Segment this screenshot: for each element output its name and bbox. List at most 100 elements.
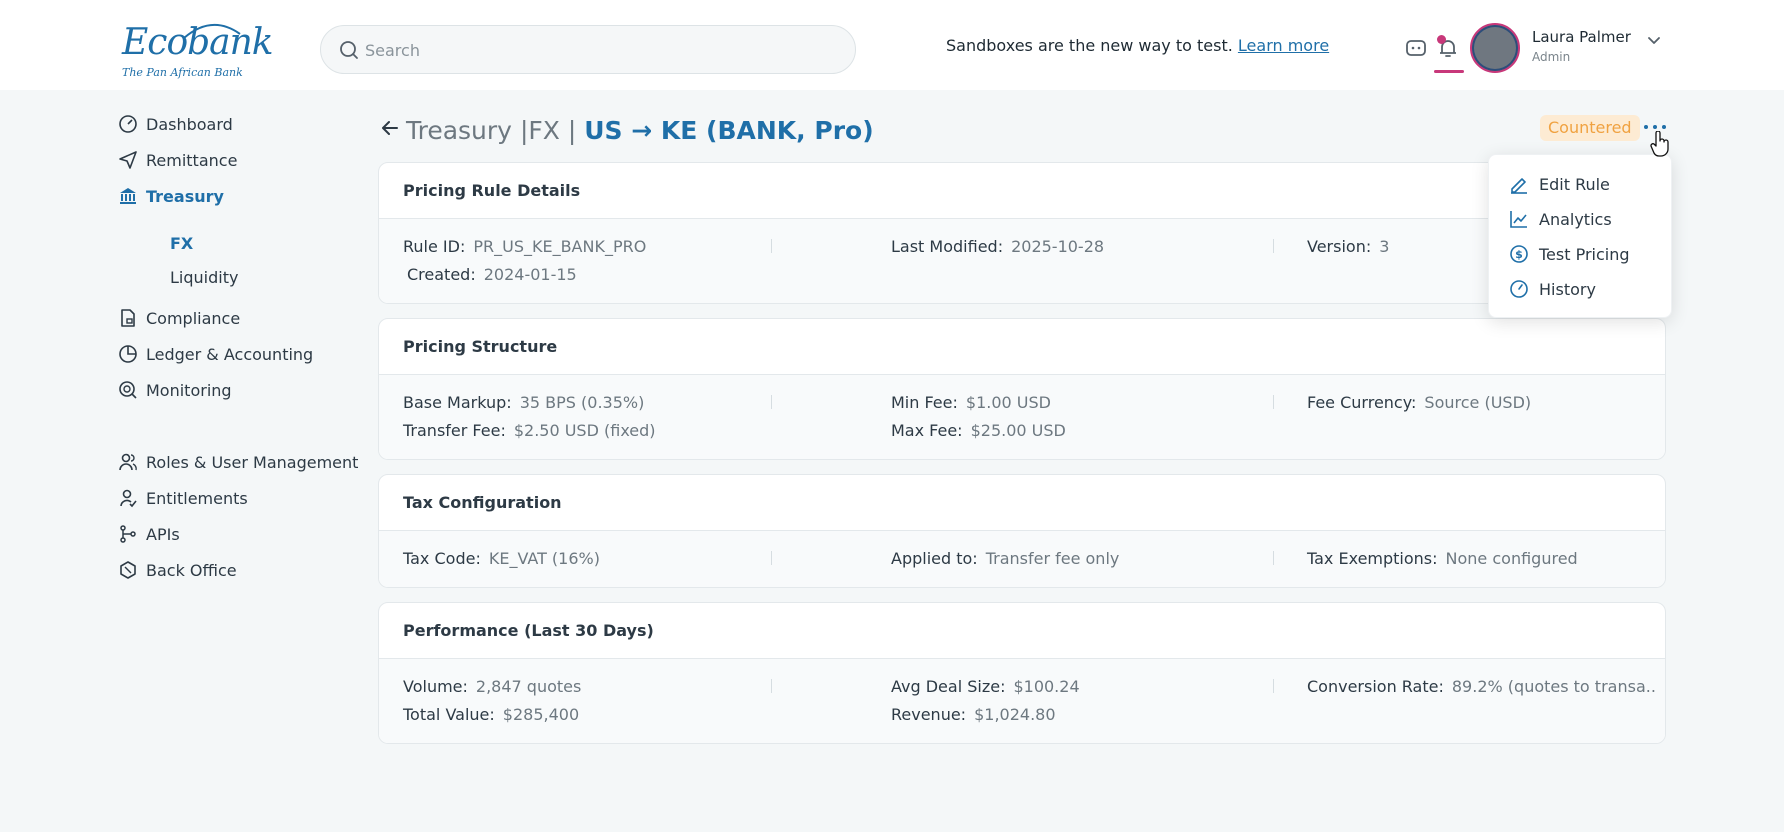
tax-code-field: Tax Code: KE_VAT (16%): [403, 549, 600, 568]
field-value: Transfer fee only: [985, 549, 1120, 568]
user-check-icon: [120, 489, 137, 508]
field-label: Fee Currency:: [1307, 393, 1417, 412]
sidebar-item-dashboard[interactable]: Dashboard: [118, 110, 233, 138]
volume-field: Volume: 2,847 quotes: [403, 677, 581, 696]
revenue-field: Revenue: $1,024.80: [891, 705, 1056, 724]
search-input[interactable]: [365, 36, 835, 64]
base-markup-field: Base Markup: 35 BPS (0.35%): [403, 393, 644, 412]
column-divider: [1273, 239, 1274, 253]
field-value: PR_US_KE_BANK_PRO: [473, 237, 647, 256]
sidebar-item-ledger[interactable]: Ledger & Accounting: [118, 340, 313, 368]
send-icon: [119, 151, 137, 169]
conversion-rate-field: Conversion Rate: 89.2% (quotes to transa.…: [1307, 677, 1657, 696]
fee-currency-field: Fee Currency: Source (USD): [1307, 393, 1531, 412]
avg-deal-size-field: Avg Deal Size: $100.24: [891, 677, 1080, 696]
notification-dot: [1437, 35, 1446, 44]
version-field: Version: 3: [1307, 237, 1389, 256]
menu-item-label: Analytics: [1539, 209, 1612, 229]
menu-item-label: Test Pricing: [1539, 244, 1630, 264]
sidebar-item-label: Monitoring: [146, 380, 232, 400]
field-value: $25.00 USD: [970, 421, 1066, 440]
field-value: 2024-01-15: [483, 265, 577, 284]
ecobank-logo[interactable]: Ecobank The Pan African Bank: [122, 20, 274, 82]
bank-icon: [120, 188, 136, 204]
card-title: Performance (Last 30 Days): [379, 603, 1665, 659]
menu-item-analytics[interactable]: Analytics: [1509, 206, 1612, 232]
column-divider: [771, 239, 772, 253]
sidebar-item-roles[interactable]: Roles & User Management: [118, 448, 358, 476]
card-body: Base Markup: 35 BPS (0.35%) Transfer Fee:…: [379, 375, 1665, 459]
sidebar-item-label: Back Office: [146, 560, 237, 580]
sidebar-subitem-fx[interactable]: FX: [170, 234, 193, 253]
column-divider: [1273, 679, 1274, 693]
breadcrumb-divider: |: [567, 116, 577, 145]
more-dot: [1653, 125, 1657, 129]
sidebar-item-entitlements[interactable]: Entitlements: [118, 484, 248, 512]
monitor-search-icon: [119, 381, 137, 399]
column-divider: [771, 551, 772, 565]
column-divider: [1273, 551, 1274, 565]
users-icon: [119, 453, 137, 471]
column-divider: [771, 395, 772, 409]
sidebar-item-label: Roles & User Management: [146, 452, 359, 472]
field-value: $1,024.80: [974, 705, 1056, 724]
learn-more-link[interactable]: Learn more: [1238, 36, 1329, 55]
sidebar-item-label: Entitlements: [146, 488, 248, 508]
clock-icon: [1510, 280, 1528, 298]
pencil-icon: [1511, 178, 1527, 194]
logo-tagline: The Pan African Bank: [122, 66, 243, 79]
search-box[interactable]: [320, 25, 856, 74]
field-value: $100.24: [1013, 677, 1080, 696]
field-label: Rule ID:: [403, 237, 466, 256]
pricing-structure-card: Pricing Structure Base Markup: 35 BPS (0.…: [378, 318, 1666, 460]
applied-to-field: Applied to: Transfer fee only: [891, 549, 1119, 568]
sidebar-item-monitoring[interactable]: Monitoring: [118, 376, 232, 404]
chat-bot-icon[interactable]: [1404, 36, 1428, 60]
field-value: $2.50 USD (fixed): [513, 421, 656, 440]
page-title: Treasury |FX | US → KE (BANK, Pro): [406, 116, 874, 145]
rule-title: US → KE (BANK, Pro): [584, 116, 874, 145]
breadcrumb-treasury[interactable]: Treasury: [406, 116, 512, 145]
sidebar-item-remittance[interactable]: Remittance: [118, 146, 237, 174]
avatar[interactable]: [1470, 23, 1520, 73]
menu-item-test-pricing[interactable]: $ Test Pricing: [1509, 241, 1630, 267]
sidebar-item-label: Remittance: [146, 150, 238, 170]
menu-item-edit-rule[interactable]: Edit Rule: [1509, 171, 1610, 197]
field-label: Applied to:: [891, 549, 978, 568]
sidebar-item-treasury[interactable]: Treasury: [118, 182, 224, 210]
menu-item-history[interactable]: History: [1509, 276, 1596, 302]
field-label: Version:: [1307, 237, 1372, 256]
min-fee-field: Min Fee: $1.00 USD: [891, 393, 1051, 412]
sidebar-item-apis[interactable]: APIs: [118, 520, 180, 548]
sidebar-item-label: Dashboard: [146, 114, 233, 134]
sidebar-item-label: Ledger & Accounting: [146, 344, 314, 364]
card-body: Volume: 2,847 quotes Total Value: $285,400…: [379, 659, 1665, 743]
field-value: $1.00 USD: [965, 393, 1051, 412]
sidebar-item-back-office[interactable]: Back Office: [118, 556, 237, 584]
field-value: 2025-10-28: [1011, 237, 1105, 256]
field-label: Base Markup:: [403, 393, 512, 412]
max-fee-field: Max Fee: $25.00 USD: [891, 421, 1066, 440]
field-label: Total Value:: [403, 705, 495, 724]
sidebar-subitem-liquidity[interactable]: Liquidity: [170, 268, 238, 287]
total-value-field: Total Value: $285,400: [403, 705, 579, 724]
gauge-icon: [119, 115, 137, 133]
chevron-down-icon[interactable]: [1646, 32, 1662, 48]
tax-exemptions-field: Tax Exemptions: None configured: [1307, 549, 1578, 568]
last-modified-field: Last Modified: 2025-10-28: [891, 237, 1104, 256]
field-label: Max Fee:: [891, 421, 963, 440]
hand-cursor-icon: [1650, 131, 1669, 157]
status-badge: Countered: [1540, 115, 1640, 141]
back-arrow-icon[interactable]: [380, 118, 400, 138]
sidebar-item-compliance[interactable]: Compliance: [118, 304, 240, 332]
sandbox-promo: Sandboxes are the new way to test. Learn…: [946, 36, 1329, 55]
git-branch-icon: [120, 525, 136, 543]
sidebar-item-label: Compliance: [146, 308, 241, 328]
field-value: KE_VAT (16%): [488, 549, 600, 568]
column-divider: [771, 679, 772, 693]
field-label: Tax Exemptions:: [1307, 549, 1438, 568]
line-chart-icon: [1510, 211, 1527, 228]
breadcrumb-fx[interactable]: FX: [528, 116, 560, 145]
field-label: Last Modified:: [891, 237, 1004, 256]
field-value: 2,847 quotes: [475, 677, 582, 696]
